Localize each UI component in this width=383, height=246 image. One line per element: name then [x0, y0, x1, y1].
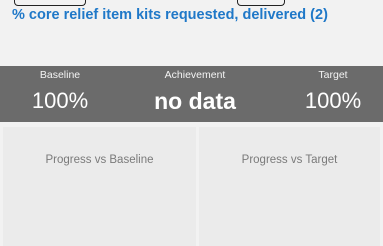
progress-vs-target-label: Progress vs Target	[241, 154, 338, 166]
kpi-achievement: Achievement no data	[120, 66, 270, 122]
kpi-baseline: Baseline 100%	[0, 66, 120, 122]
top-strip	[0, 0, 383, 6]
kpi-baseline-label: Baseline	[39, 69, 81, 81]
kpi-achievement-label: Achievement	[164, 69, 226, 81]
kpi-target-label: Target	[318, 69, 348, 81]
top-tab-left[interactable]	[14, 0, 86, 6]
kpi-baseline-value: 100%	[31, 88, 89, 113]
top-tab-right[interactable]	[237, 0, 285, 6]
kpi-band: Baseline 100% Achievement no data Target…	[0, 66, 383, 122]
indicator-title: % core relief item kits requested, deliv…	[12, 7, 328, 23]
progress-vs-target-panel: Progress vs Target	[199, 127, 380, 246]
kpi-target: Target 100%	[283, 66, 383, 122]
indicator-card: % core relief item kits requested, deliv…	[0, 0, 383, 246]
progress-vs-baseline-label: Progress vs Baseline	[45, 154, 154, 166]
progress-vs-baseline-panel: Progress vs Baseline	[3, 127, 196, 246]
kpi-target-value: 100%	[304, 88, 362, 113]
kpi-achievement-value: no data	[154, 88, 236, 114]
